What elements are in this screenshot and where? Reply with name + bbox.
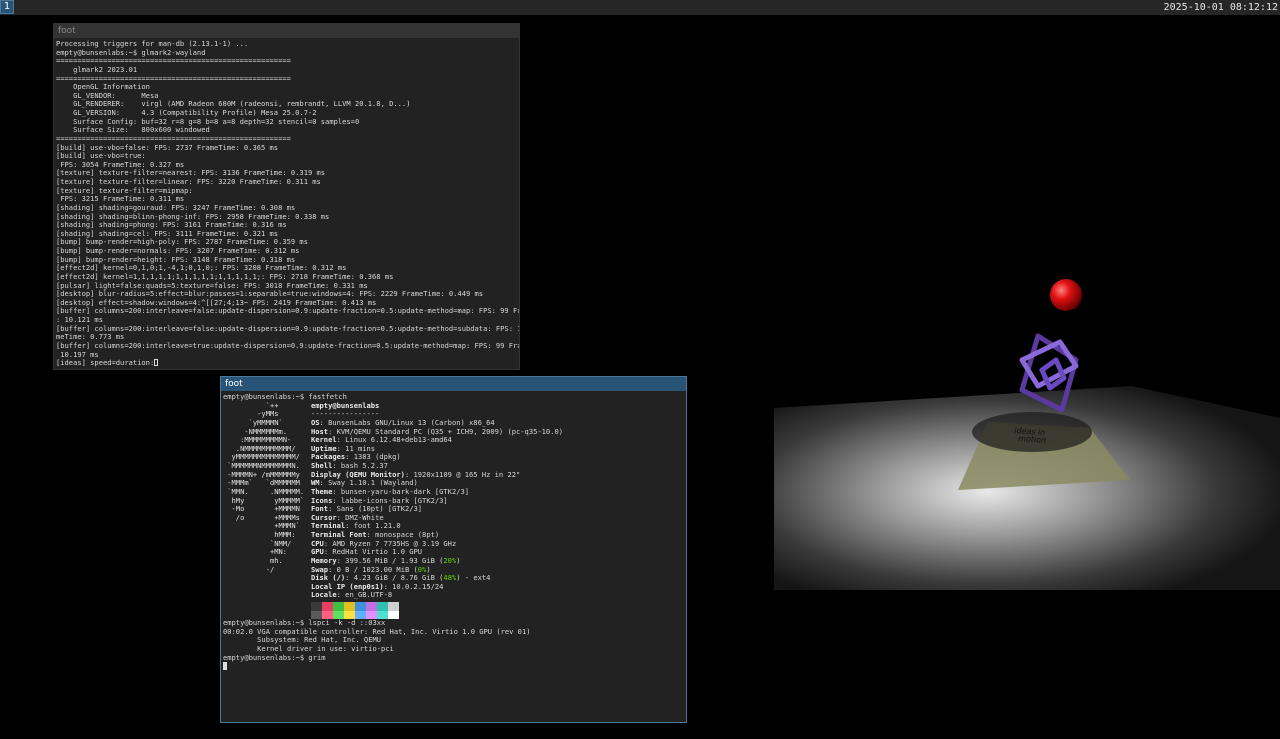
distro-logo: `++ -yMMs `yMMMMN` -NMMMMMMm. :MMMMMMMMM… bbox=[223, 401, 311, 600]
info-percent: 48% bbox=[443, 573, 457, 583]
terminal-output[interactable]: Processing triggers for man-db (2.13.1-1… bbox=[54, 38, 519, 369]
window-title[interactable]: foot bbox=[221, 377, 686, 391]
window-title[interactable]: foot bbox=[54, 24, 519, 38]
output-line: [buffer] columns=200:interleave=false:up… bbox=[56, 306, 519, 316]
output-line: empty@bunsenlabs:~$ grim bbox=[223, 652, 326, 662]
info-value: 10.0.2.15/24 bbox=[392, 581, 444, 591]
clock: 2025-10-01 08:12:12 bbox=[1163, 2, 1278, 13]
info-suffix: - ext4 bbox=[464, 573, 491, 583]
color-swatch bbox=[366, 602, 377, 619]
color-swatch bbox=[355, 602, 366, 619]
terminal-output[interactable]: empty@bunsenlabs:~$ fastfetch `++ -yMMs … bbox=[221, 391, 686, 722]
info-row: Locale: en_GB.UTF-8 bbox=[311, 590, 393, 600]
command-line: empty@bunsenlabs:~$ fastfetch bbox=[223, 392, 347, 401]
logo-line: -/ bbox=[223, 564, 275, 574]
color-palette bbox=[311, 602, 685, 619]
color-swatch bbox=[388, 602, 399, 619]
top-status-bar: 1 2025-10-01 08:12:12 bbox=[0, 0, 1280, 15]
info-value: 1920x1109 @ 165 Hz in 22" bbox=[413, 469, 521, 479]
system-info: empty@bunsenlabs ---------------- OS: Buns… bbox=[311, 401, 563, 600]
output-line: [buffer] columns=200:interleave=true:upd… bbox=[56, 340, 519, 350]
color-swatch bbox=[311, 602, 322, 619]
output-line: [buffer] columns=200:interleave=false:up… bbox=[56, 323, 519, 333]
prompt-line: [ideas] speed=duration: bbox=[56, 358, 155, 368]
glmark2-render-scene: ideas in motion bbox=[774, 279, 1280, 590]
text-cursor bbox=[223, 662, 227, 671]
color-swatch bbox=[322, 602, 333, 619]
color-swatch bbox=[377, 602, 388, 619]
terminal-window-glmark2[interactable]: foot Processing triggers for man-db (2.1… bbox=[53, 23, 520, 370]
info-percent: 20% bbox=[443, 555, 457, 565]
workspace-button[interactable]: 1 bbox=[0, 0, 14, 14]
info-key: Locale bbox=[311, 590, 337, 600]
red-ball bbox=[1050, 279, 1082, 311]
color-swatch bbox=[333, 602, 344, 619]
info-value: en_GB.UTF-8 bbox=[345, 590, 393, 600]
color-swatch bbox=[344, 602, 355, 619]
terminal-window-fastfetch[interactable]: foot empty@bunsenlabs:~$ fastfetch `++ -… bbox=[220, 376, 687, 723]
text-cursor bbox=[154, 359, 159, 367]
